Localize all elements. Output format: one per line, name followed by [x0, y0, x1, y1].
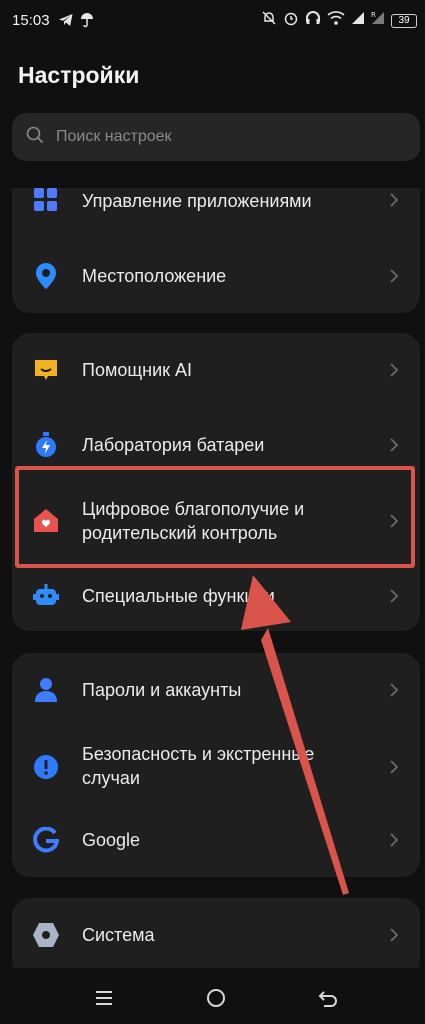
search-icon	[26, 126, 44, 149]
settings-item-passwords-accounts[interactable]: Пароли и аккаунты	[12, 665, 420, 715]
telegram-icon	[58, 12, 74, 33]
settings-item-google[interactable]: Google	[12, 815, 420, 865]
settings-item-location[interactable]: Местоположение	[12, 248, 420, 304]
headphones-icon	[305, 10, 321, 31]
settings-item-label: Пароли и аккаунты	[82, 680, 242, 700]
search-placeholder: Поиск настроек	[56, 128, 172, 145]
accounts-person-icon	[32, 676, 60, 704]
chevron-right-icon	[390, 363, 399, 377]
settings-group-accounts: Пароли и аккаунты Безопасность и экстрен…	[12, 653, 420, 877]
chevron-right-icon	[390, 833, 399, 847]
settings-item-label: Google	[82, 830, 141, 850]
accessibility-robot-icon	[32, 582, 60, 610]
emergency-alert-icon	[32, 753, 60, 781]
home-icon	[207, 989, 225, 1007]
chevron-right-icon	[390, 193, 399, 207]
chevron-right-icon	[390, 589, 399, 603]
chevron-right-icon	[390, 514, 399, 528]
page-title: Настройки	[18, 62, 140, 88]
menu-nav-button[interactable]	[92, 986, 116, 1010]
navigation-bar	[0, 968, 425, 1024]
back-icon	[318, 991, 337, 1007]
settings-item-label: Система	[82, 925, 155, 945]
alarm-icon	[283, 10, 299, 31]
chevron-right-icon	[390, 683, 399, 697]
settings-item-label: Управление приложениями	[82, 191, 312, 211]
settings-item-label: Помощник AI	[82, 360, 193, 380]
umbrella-icon	[80, 12, 94, 33]
settings-item-battery-lab[interactable]: Лаборатория батареи	[12, 420, 420, 470]
settings-item-label: Безопасность и экстренные случаи	[82, 744, 315, 788]
settings-group-apps: Управление приложениями Местоположение	[12, 188, 420, 313]
back-nav-button[interactable]	[316, 986, 340, 1010]
settings-item-digital-wellbeing[interactable]: Цифровое благополучие и родительский конт…	[12, 481, 420, 561]
home-nav-button[interactable]	[204, 986, 228, 1010]
settings-item-app-management[interactable]: Управление приложениями	[12, 188, 420, 214]
settings-group-features: Помощник AI Лаборатория батареи Цифровое…	[12, 333, 420, 631]
apps-grid-icon	[32, 188, 60, 214]
ai-assistant-icon	[32, 356, 60, 384]
svg-text:R: R	[371, 11, 376, 19]
status-bar: 15:03 R 39	[0, 0, 425, 44]
battery-lab-icon	[32, 431, 60, 459]
settings-group-system: Система	[12, 898, 420, 978]
chevron-right-icon	[390, 760, 399, 774]
signal-icon	[351, 10, 365, 31]
system-hex-icon	[32, 921, 60, 949]
status-time: 15:03	[12, 12, 50, 29]
settings-item-accessibility[interactable]: Специальные функции	[12, 571, 420, 621]
menu-icon	[96, 991, 112, 1005]
settings-item-system[interactable]: Система	[12, 910, 420, 960]
search-input[interactable]: Поиск настроек	[12, 113, 420, 161]
digital-wellbeing-icon	[32, 507, 60, 535]
settings-item-label: Специальные функции	[82, 586, 275, 606]
battery-indicator: 39	[391, 13, 417, 28]
settings-item-ai-assistant[interactable]: Помощник AI	[12, 345, 420, 395]
chevron-right-icon	[390, 269, 399, 283]
chevron-right-icon	[390, 928, 399, 942]
chevron-right-icon	[390, 438, 399, 452]
settings-item-label: Местоположение	[82, 266, 227, 286]
location-pin-icon	[32, 262, 60, 290]
mute-icon	[261, 10, 277, 31]
wifi-icon	[327, 10, 345, 31]
signal-roaming-icon: R	[371, 10, 385, 31]
settings-item-label: Цифровое благополучие и родительский конт…	[82, 499, 305, 543]
settings-item-label: Лаборатория батареи	[82, 435, 265, 455]
settings-item-security-emergency[interactable]: Безопасность и экстренные случаи	[12, 733, 420, 803]
google-icon	[32, 826, 60, 854]
